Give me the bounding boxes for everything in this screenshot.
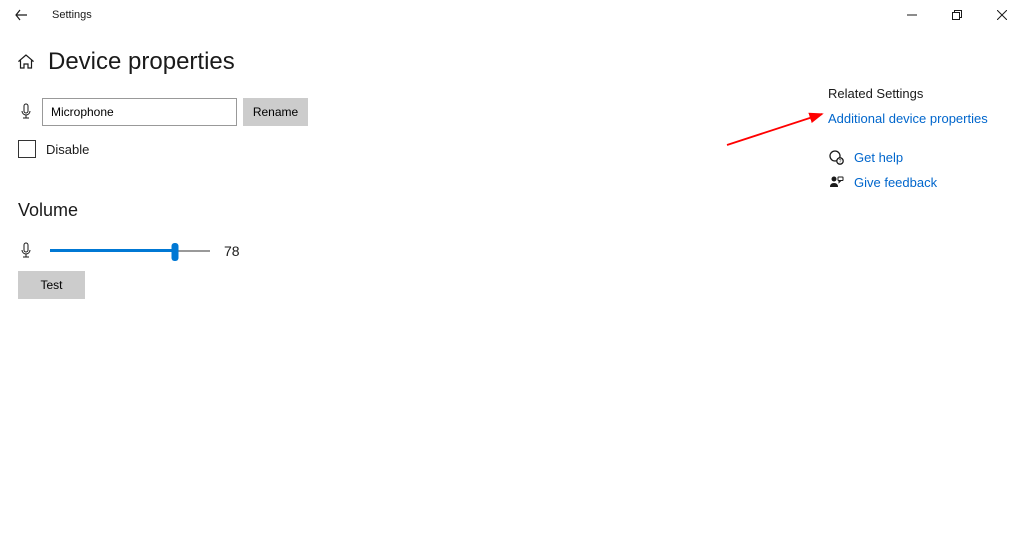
device-name-input[interactable] xyxy=(42,98,237,126)
window-title: Settings xyxy=(52,9,92,21)
additional-device-properties-link[interactable]: Additional device properties xyxy=(828,111,1024,126)
get-help-link[interactable]: Get help xyxy=(854,150,903,165)
volume-slider[interactable] xyxy=(50,241,210,261)
disable-checkbox[interactable] xyxy=(18,140,36,158)
volume-row: 78 xyxy=(18,241,798,261)
related-settings-panel: Related Settings Additional device prope… xyxy=(798,30,1024,299)
back-arrow-icon xyxy=(15,9,27,21)
maximize-button[interactable] xyxy=(934,0,979,30)
minimize-button[interactable] xyxy=(889,0,934,30)
disable-label: Disable xyxy=(46,142,89,157)
page-title: Device properties xyxy=(48,48,235,76)
rename-button[interactable]: Rename xyxy=(243,98,308,126)
volume-value: 78 xyxy=(224,243,240,259)
disable-row: Disable xyxy=(18,140,798,158)
svg-text:?: ? xyxy=(838,159,841,165)
give-feedback-row: Give feedback xyxy=(828,175,1024,190)
back-button[interactable] xyxy=(6,0,36,30)
microphone-icon xyxy=(20,103,32,121)
page-header: Device properties xyxy=(18,48,798,76)
related-settings-header: Related Settings xyxy=(828,86,1024,101)
get-help-row: ? Get help xyxy=(828,150,1024,165)
volume-header: Volume xyxy=(18,200,798,221)
maximize-icon xyxy=(952,10,962,20)
slider-fill xyxy=(50,249,175,252)
minimize-icon xyxy=(907,10,917,20)
device-name-row: Rename xyxy=(18,98,798,126)
give-feedback-link[interactable]: Give feedback xyxy=(854,175,937,190)
microphone-icon xyxy=(20,242,32,260)
close-button[interactable] xyxy=(979,0,1024,30)
feedback-icon xyxy=(829,175,844,190)
close-icon xyxy=(997,10,1007,20)
slider-thumb[interactable] xyxy=(171,243,178,261)
help-icon: ? xyxy=(829,150,844,165)
titlebar: Settings xyxy=(0,0,1024,30)
test-button[interactable]: Test xyxy=(18,271,85,299)
home-icon[interactable] xyxy=(18,54,34,70)
